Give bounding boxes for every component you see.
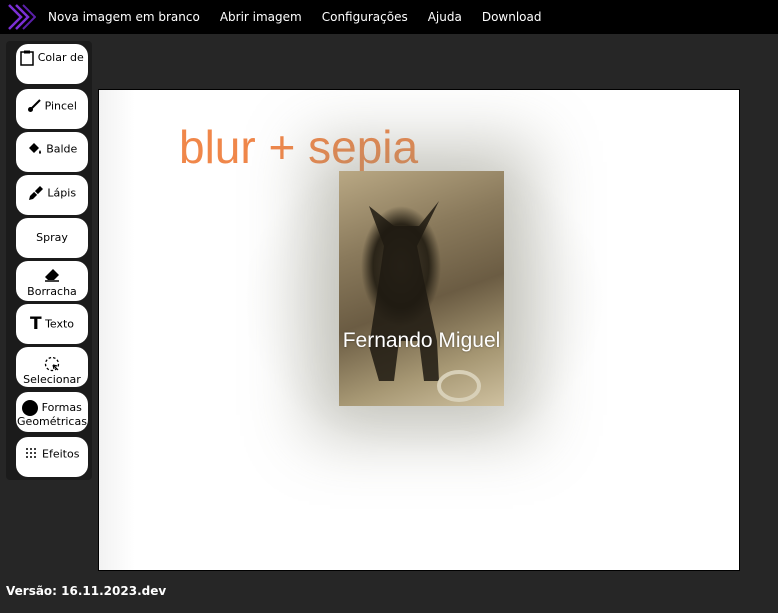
- paste-tool-button[interactable]: Colar de: [16, 44, 88, 84]
- bucket-icon: [28, 143, 41, 154]
- text-tool-label: Texto: [45, 317, 75, 331]
- shapes-tool-button[interactable]: Formas Geométricas: [16, 392, 88, 432]
- pencil-tool-label: Lápis: [47, 186, 77, 200]
- menu-configuracoes[interactable]: Configurações: [322, 10, 408, 24]
- canvas-shade: [99, 90, 135, 570]
- drawing-canvas[interactable]: blur + sepia Fernando Miguel: [98, 89, 740, 571]
- menu-ajuda[interactable]: Ajuda: [428, 10, 462, 24]
- effects-icon: [25, 448, 36, 458]
- effects-tool-button[interactable]: Efeitos: [16, 437, 88, 477]
- eraser-icon: [45, 269, 59, 282]
- dog-photo: Fernando Miguel: [339, 171, 504, 406]
- menu-download[interactable]: Download: [482, 10, 542, 24]
- brush-tool-label: Pincel: [44, 99, 77, 113]
- select-tool-label: Selecionar: [23, 373, 81, 386]
- canvas-surface[interactable]: blur + sepia Fernando Miguel: [99, 90, 739, 570]
- pencil-icon: [28, 186, 43, 200]
- brush-icon: [28, 99, 41, 112]
- text-icon: T: [29, 314, 42, 334]
- canvas-title-text: blur + sepia: [179, 121, 419, 173]
- paste-tool-label: Colar de: [37, 51, 84, 64]
- eraser-tool-button[interactable]: Borracha: [16, 261, 88, 301]
- top-menu-bar: Nova imagem em branco Abrir imagem Confi…: [0, 0, 778, 34]
- tool-sidebar: Colar de Pincel Balde Lápis Spray Borrac…: [6, 41, 92, 480]
- version-label: Versão: 16.11.2023.dev: [6, 584, 167, 598]
- clipboard-icon: [20, 50, 34, 66]
- pencil-tool-button[interactable]: Lápis: [16, 175, 88, 215]
- select-icon: [44, 356, 60, 372]
- menu-abrir-imagem[interactable]: Abrir imagem: [220, 10, 302, 24]
- eraser-tool-label: Borracha: [27, 285, 77, 298]
- spray-tool-button[interactable]: Spray: [16, 218, 88, 258]
- text-tool-button[interactable]: T Texto: [16, 304, 88, 344]
- select-tool-button[interactable]: Selecionar: [16, 347, 88, 387]
- photo-caption: Fernando Miguel: [342, 329, 501, 352]
- circle-icon: [22, 400, 39, 416]
- bucket-tool-button[interactable]: Balde: [16, 132, 88, 172]
- effects-tool-label: Efeitos: [42, 447, 80, 461]
- menu-nova-imagem[interactable]: Nova imagem em branco: [48, 10, 200, 24]
- brush-tool-button[interactable]: Pincel: [16, 89, 88, 129]
- logo-icon[interactable]: [6, 2, 36, 32]
- bucket-tool-label: Balde: [46, 142, 78, 156]
- dog-silhouette: [369, 201, 481, 402]
- spray-tool-label: Spray: [36, 231, 68, 244]
